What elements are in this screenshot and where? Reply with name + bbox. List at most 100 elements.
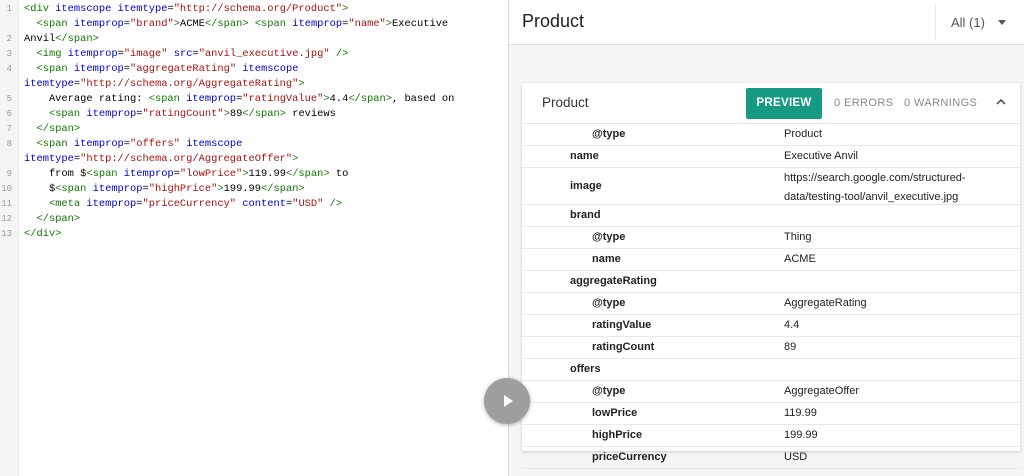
property-row: name Executive Anvil [522, 146, 1020, 168]
code-token: "USD" [292, 198, 324, 210]
code-token: itemprop [73, 138, 124, 150]
property-value: Product [784, 128, 822, 140]
code-token: itemscope [186, 138, 243, 150]
code-token: from $ [24, 168, 87, 180]
code-token: > [292, 153, 299, 165]
property-key: image [570, 180, 602, 192]
code-token: <div [24, 3, 56, 15]
property-row: name ACME [522, 249, 1020, 271]
code-line: 12 </span> [0, 212, 508, 227]
filter-value: All (1) [951, 15, 985, 30]
code-line: 11 <meta itemprop="priceCurrency" conten… [0, 197, 508, 212]
code-text: Anvil</span> [24, 32, 99, 47]
code-token: ACME [179, 18, 205, 30]
code-token: <span [86, 168, 124, 180]
filter-dropdown[interactable]: All (1) [935, 4, 1024, 40]
code-text: </div> [24, 227, 61, 242]
code-token: </span> [36, 123, 81, 135]
code-token: "lowPrice" [179, 168, 243, 180]
line-number: 5 [6, 94, 12, 104]
property-row: @type AggregateOffer [522, 381, 1020, 403]
code-token: </span> [261, 183, 305, 195]
property-row: aggregateRating [522, 271, 1020, 293]
code-line: 1 <div itemscope itemtype="http://schema.… [0, 2, 508, 17]
code-token: itemprop [67, 48, 118, 60]
code-token: "aggregateRating" [130, 63, 237, 75]
property-value: USD [784, 451, 808, 463]
property-value: AggregateRating [784, 297, 867, 309]
code-token: "image" [123, 48, 168, 60]
line-number: 9 [6, 169, 12, 179]
property-value: Thing [784, 231, 812, 243]
line-number: 10 [1, 184, 12, 194]
preview-button[interactable]: PREVIEW [746, 88, 822, 119]
code-line: 13 </div> [0, 227, 508, 242]
property-key: @type [592, 297, 626, 309]
property-key: highPrice [592, 429, 643, 441]
property-key: ratingCount [592, 341, 655, 353]
property-row: brand [522, 205, 1020, 227]
code-line: 4 <span itemprop="aggregateRating" items… [0, 62, 508, 77]
code-token: <span [36, 18, 74, 30]
code-token: "anvil_executive.jpg" [198, 48, 330, 60]
code-token: "offers" [130, 138, 180, 150]
results-panel: Product All (1) Product PREVIEW 0 ERRORS… [509, 0, 1024, 476]
code-token: "http://schema.org/Product" [173, 3, 343, 15]
code-text: <meta itemprop="priceCurrency" content="… [24, 197, 342, 212]
property-key: priceCurrency [592, 451, 667, 463]
code-token: <img [36, 48, 68, 60]
chevron-up-icon[interactable] [994, 95, 1008, 109]
property-value: AggregateOffer [784, 385, 860, 397]
line-number: 6 [6, 109, 12, 119]
property-row: @type Product [522, 124, 1020, 146]
code-token: , based on [391, 93, 455, 105]
code-line: 5 Average rating: <span itemprop="rating… [0, 92, 508, 107]
property-key: lowPrice [592, 407, 638, 419]
property-row: lowPrice 119.99 [522, 403, 1020, 425]
run-button[interactable] [484, 378, 530, 424]
code-text: Average rating: <span itemprop="ratingVa… [24, 92, 454, 107]
code-token: "highPrice" [148, 183, 218, 195]
code-token: itemprop [73, 18, 124, 30]
property-row: @type Thing [522, 227, 1020, 249]
code-token: itemtype [24, 153, 74, 165]
property-row: offers [522, 359, 1020, 381]
property-row: ratingValue 4.4 [522, 315, 1020, 337]
code-token: content [242, 198, 286, 210]
code-token: </span> [348, 93, 392, 105]
code-text: <span itemprop="ratingCount">89</span> r… [24, 107, 336, 122]
property-key: ratingValue [592, 319, 652, 331]
property-value: Executive Anvil [784, 150, 858, 162]
code-text: <span itemprop="brand">ACME</span> <span… [24, 17, 448, 32]
code-line: 8 <span itemprop="offers" itemscope [0, 137, 508, 152]
card-header[interactable]: Product PREVIEW 0 ERRORS 0 WARNINGS [522, 83, 1020, 124]
property-key: name [570, 150, 599, 162]
code-token: "ratingValue" [242, 93, 324, 105]
code-token: 199.99 [223, 183, 262, 195]
code-token: 119.99 [248, 168, 286, 180]
code-text: </span> [24, 122, 80, 137]
code-editor[interactable]: 1 <div itemscope itemtype="http://schema.… [0, 0, 508, 476]
code-token: <span [55, 183, 93, 195]
code-token: "ratingCount" [142, 108, 224, 120]
code-token: > [342, 3, 349, 15]
property-key: offers [570, 363, 601, 375]
code-text: <span itemprop="offers" itemscope [24, 137, 242, 152]
line-number: 11 [1, 199, 12, 209]
property-key: name [592, 253, 621, 265]
code-token: <span [148, 93, 187, 105]
line-number: 12 [1, 214, 12, 224]
property-key: @type [592, 231, 626, 243]
code-line: itemtype="http://schema.org/AggregateOff… [0, 152, 508, 167]
errors-count: 0 ERRORS [834, 97, 894, 109]
code-line: 2 Anvil</span> [0, 32, 508, 47]
code-token: Average rating: [24, 93, 149, 105]
property-row: @type AggregateRating [522, 293, 1020, 315]
code-token: itemtype [24, 78, 74, 90]
property-value: https://search.google.com/structured-dat… [784, 172, 966, 203]
code-text: <span itemprop="aggregateRating" itemsco… [24, 62, 298, 77]
